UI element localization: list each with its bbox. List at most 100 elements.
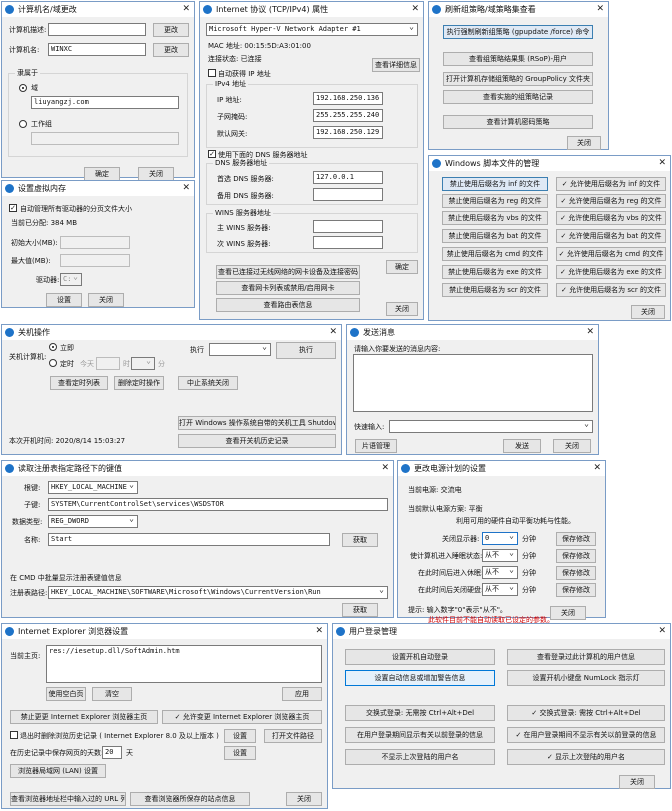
close-button[interactable]: 关闭 <box>550 606 586 620</box>
set-history-button[interactable]: 设置 <box>224 746 256 760</box>
allow-reg-button[interactable]: ✓ 允许使用后缀名为 reg 的文件 <box>556 194 666 208</box>
close-icon[interactable]: ✕ <box>182 2 190 17</box>
set-exit-clear-button[interactable]: 设置 <box>224 729 256 743</box>
allow-vbs-button[interactable]: ✓ 允许使用后缀名为 vbs 的文件 <box>556 211 666 225</box>
gateway-input[interactable]: 192.168.250.129 <box>313 126 383 139</box>
save-disk-button[interactable]: 保存修改 <box>556 583 596 597</box>
close-button[interactable]: 关闭 <box>567 136 601 150</box>
exit-clear-checkbox[interactable] <box>10 731 18 739</box>
phrase-manage-button[interactable]: 片语管理 <box>355 439 397 453</box>
auto-login-button[interactable]: 设置开机自动登录 <box>345 649 495 665</box>
abort-shutdown-button[interactable]: 中止系统关闭 <box>178 376 238 390</box>
disk-off-select[interactable]: 从不 <box>482 583 518 596</box>
open-gp-folder-button[interactable]: 打开计算机存储组策略的 GroupPolicy 文件夹 <box>443 72 593 86</box>
show-previous-login-button[interactable]: 在用户登录期间显示有关以前登录的信息 <box>345 727 495 743</box>
forbid-exe-button[interactable]: 禁止使用后缀名为 exe 的文件 <box>442 265 548 279</box>
allow-inf-button[interactable]: ✓ 允许使用后缀名为 inf 的文件 <box>556 177 666 191</box>
applied-gp-button[interactable]: 查看实施的组策略记录 <box>443 90 593 104</box>
open-path-button[interactable]: 打开文件路径 <box>264 729 322 743</box>
apply-button[interactable]: 应用 <box>282 687 322 701</box>
wins1-input[interactable] <box>313 220 383 233</box>
change-desc-button[interactable]: 更改 <box>153 23 189 37</box>
close-icon[interactable]: ✕ <box>315 624 323 639</box>
hour-input[interactable] <box>96 357 120 370</box>
blank-page-button[interactable]: 使用空白页 <box>46 687 86 701</box>
name-input[interactable]: WINXC <box>48 43 146 56</box>
action-select[interactable] <box>209 343 271 356</box>
subkey-input[interactable]: SYSTEM\CurrentControlSet\services\WSDSTO… <box>48 498 388 511</box>
wireless-button[interactable]: 查看已连接过无线网络的网卡设备及连接密码 <box>216 265 360 279</box>
hide-last-user-button[interactable]: 不显示上次登陆的用户名 <box>345 749 495 765</box>
allow-exe-button[interactable]: ✓ 允许使用后缀名为 exe 的文件 <box>556 265 666 279</box>
set-button[interactable]: 设置 <box>46 293 82 307</box>
close-icon[interactable]: ✕ <box>182 181 190 196</box>
close-button[interactable]: 关闭 <box>619 775 655 789</box>
quick-input-select[interactable] <box>389 420 593 433</box>
close-icon[interactable]: ✕ <box>593 461 601 476</box>
drive-select[interactable]: C: <box>60 273 82 286</box>
confirm-button[interactable]: 确定 <box>386 260 418 274</box>
allow-bat-button[interactable]: ✓ 允许使用后缀名为 bat 的文件 <box>556 229 666 243</box>
view-users-button[interactable]: 查看登录过此计算机的用户信息 <box>507 649 665 665</box>
ok-button[interactable]: 确定 <box>84 167 120 181</box>
allow-homepage-button[interactable]: ✓ 允许变更 Internet Explorer 浏览器主页 <box>162 710 322 724</box>
auto-manage-checkbox[interactable]: ✓ <box>9 204 17 212</box>
mask-input[interactable]: 255.255.255.240 <box>313 109 383 122</box>
display-off-select[interactable]: 0 <box>482 532 518 545</box>
domain-radio[interactable] <box>19 84 27 92</box>
close-button[interactable]: 关闭 <box>553 439 591 453</box>
details-button[interactable]: 查看详细信息 <box>372 58 420 72</box>
auto-info-button[interactable]: 设置自动信息或增加警告信息 <box>345 670 495 686</box>
rsop-user-button[interactable]: 查看组策略结果集 (RSoP)-用户 <box>443 52 593 66</box>
dns-checkbox[interactable]: ✓ <box>208 150 216 158</box>
close-icon[interactable]: ✕ <box>586 325 594 340</box>
close-button[interactable]: 关闭 <box>386 302 418 316</box>
homepage-input[interactable]: res://iesetup.dll/SoftAdmin.htm <box>46 645 322 683</box>
execute-button[interactable]: 执行 <box>276 342 336 359</box>
need-cad-button[interactable]: ✓ 交换式登录: 需按 Ctrl+Alt+Del <box>507 705 665 721</box>
delete-tasks-button[interactable]: 删除定时操作 <box>114 376 164 390</box>
max-size-input[interactable] <box>60 254 130 267</box>
get-value-button[interactable]: 获取 <box>342 533 378 547</box>
clear-button[interactable]: 清空 <box>92 687 132 701</box>
close-icon[interactable]: ✕ <box>658 624 666 639</box>
forbid-cmd-button[interactable]: 禁止使用后缀名为 cmd 的文件 <box>442 247 548 261</box>
root-key-select[interactable]: HKEY_LOCAL_MACHINE <box>48 481 138 494</box>
shutdown-tool-button[interactable]: 打开 Windows 操作系统自带的关机工具 Shutdown <box>178 416 336 430</box>
close-icon[interactable]: ✕ <box>381 461 389 476</box>
gpupdate-button[interactable]: 执行强制刷新组策略 (gpupdate /force) 命令 <box>443 25 593 39</box>
ip-input[interactable]: 192.168.250.136 <box>313 92 383 105</box>
history-days-input[interactable]: 20 <box>102 746 122 759</box>
view-tasks-button[interactable]: 查看定时列表 <box>50 376 108 390</box>
close-icon[interactable]: ✕ <box>596 2 604 17</box>
forbid-reg-button[interactable]: 禁止使用后缀名为 reg 的文件 <box>442 194 548 208</box>
forbid-bat-button[interactable]: 禁止使用后缀名为 bat 的文件 <box>442 229 548 243</box>
domain-input[interactable]: liuyangzj.com <box>31 96 179 109</box>
show-last-user-button[interactable]: ✓ 显示上次登陆的用户名 <box>507 749 665 765</box>
desc-input[interactable] <box>48 23 146 36</box>
close-icon[interactable]: ✕ <box>329 325 337 340</box>
send-button[interactable]: 发送 <box>503 439 541 453</box>
forbid-scr-button[interactable]: 禁止使用后缀名为 scr 的文件 <box>442 283 548 297</box>
visited-sites-button[interactable]: 查看浏览器所保存的站点信息 <box>130 792 250 806</box>
forbid-vbs-button[interactable]: 禁止使用后缀名为 vbs 的文件 <box>442 211 548 225</box>
data-type-select[interactable]: REG_DWORD <box>48 515 138 528</box>
close-button[interactable]: 关闭 <box>631 305 665 319</box>
forbid-homepage-button[interactable]: 禁止更更 Internet Explorer 浏览器主页 <box>10 710 158 724</box>
adapter-select[interactable]: Microsoft Hyper-V Network Adapter #1 <box>206 23 418 36</box>
forbid-inf-button[interactable]: 禁止使用后缀名为 inf 的文件 <box>442 177 548 191</box>
lan-settings-button[interactable]: 浏览器局域网 (LAN) 设置 <box>10 764 106 778</box>
save-display-button[interactable]: 保存修改 <box>556 532 596 546</box>
dns2-input[interactable] <box>313 188 383 201</box>
route-button[interactable]: 查看路由表信息 <box>216 298 360 312</box>
history-button[interactable]: 查看开关机历史记录 <box>178 434 336 448</box>
minute-select[interactable] <box>131 357 155 370</box>
url-list-button[interactable]: 查看浏览器地址栏中输入过的 URL 列表 <box>10 792 126 806</box>
message-textarea[interactable] <box>353 354 593 412</box>
hide-previous-login-button[interactable]: ✓ 在用户登录期间不显示有关以前登录的信息 <box>507 727 665 743</box>
path-select[interactable]: HKEY_LOCAL_MACHINE\SOFTWARE\Microsoft\Wi… <box>48 586 388 599</box>
workgroup-radio[interactable] <box>19 120 27 128</box>
sleep-select[interactable]: 从不 <box>482 549 518 562</box>
numlock-button[interactable]: 设置开机小键盘 NumLock 指示灯 <box>507 670 665 686</box>
nic-list-button[interactable]: 查看网卡列表或禁用/启用网卡 <box>216 281 360 295</box>
